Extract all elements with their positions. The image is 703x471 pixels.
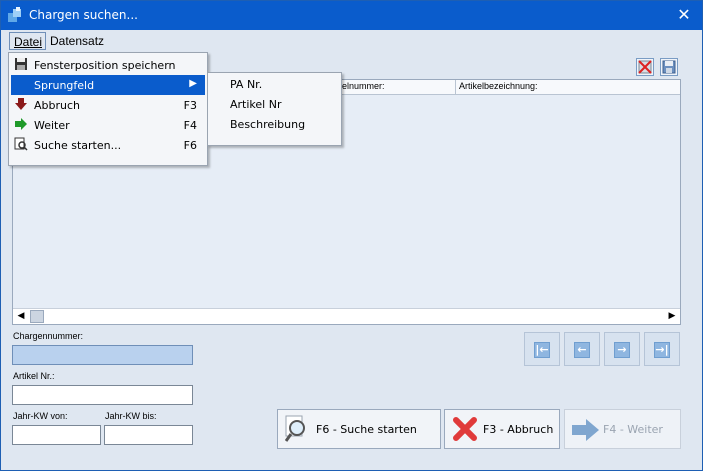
jahr-kw-bis-input[interactable]	[104, 425, 193, 445]
menu-item-weiter[interactable]: Weiter F4	[11, 115, 205, 135]
window-title: Chargen suchen...	[29, 8, 138, 22]
delete-filter-button[interactable]	[636, 58, 654, 76]
delete-icon	[638, 60, 652, 74]
jahr-kw-von-input[interactable]	[12, 425, 101, 445]
app-icon	[8, 7, 21, 22]
column-header-artikelbezeichnung[interactable]: Artikelbezeichnung:	[459, 81, 538, 91]
menu-item-abbruch[interactable]: Abbruch F3	[11, 95, 205, 115]
menu-item-label: Weiter	[34, 119, 70, 132]
right-arrow-icon	[572, 419, 599, 441]
cancel-label: F3 - Abbruch	[483, 423, 554, 436]
chargennummer-label: Chargennummer:	[13, 331, 84, 341]
menu-item-label: Sprungfeld	[34, 79, 95, 92]
search-start-label: F6 - Suche starten	[316, 423, 417, 436]
menu-shortcut: F3	[183, 99, 197, 112]
horizontal-scrollbar[interactable]: ◀ ▶	[13, 308, 680, 324]
submenu-item-artikel-nr[interactable]: Artikel Nr	[230, 98, 281, 111]
previous-record-button[interactable]: ←	[564, 332, 600, 366]
search-start-button[interactable]: F6 - Suche starten	[277, 409, 441, 449]
first-record-button[interactable]: |←	[524, 332, 560, 366]
menu-datei-label: Datei	[14, 35, 43, 49]
floppy-disk-icon	[662, 60, 676, 74]
menu-item-label: Suche starten...	[34, 139, 122, 152]
title-bar: Chargen suchen... ✕	[1, 1, 702, 30]
next-record-button[interactable]: →	[604, 332, 640, 366]
menu-shortcut: F4	[183, 119, 197, 132]
scroll-thumb[interactable]	[30, 310, 44, 323]
save-button[interactable]	[660, 58, 678, 76]
menu-item-suche-starten[interactable]: Suche starten... F6	[11, 135, 205, 155]
last-record-icon: →|	[654, 342, 670, 358]
column-header-artikelnummer[interactable]: elnummer:	[342, 81, 385, 91]
jahr-kw-von-label: Jahr-KW von:	[13, 411, 68, 421]
submenu-arrow-icon: ▶	[189, 78, 197, 89]
menu-item-sprungfeld[interactable]: Sprungfeld ▶	[11, 75, 205, 95]
chargennummer-input[interactable]	[12, 345, 193, 365]
menu-datei[interactable]: Datei	[9, 32, 46, 50]
menu-shortcut: F6	[183, 139, 197, 152]
magnifier-icon	[285, 415, 305, 442]
sprungfeld-submenu: PA Nr. Artikel Nr Beschreibung	[207, 72, 342, 146]
main-window: Chargen suchen... ✕ Datei Datensatz elnu…	[0, 0, 703, 471]
menu-bar: Datei Datensatz	[2, 30, 701, 51]
jahr-kw-bis-label: Jahr-KW bis:	[105, 411, 157, 421]
artikel-label: Artikel Nr.:	[13, 371, 55, 381]
green-arrow-right-icon	[15, 118, 27, 130]
column-separator	[455, 80, 456, 95]
menu-datensatz[interactable]: Datensatz	[46, 32, 108, 50]
red-arrow-down-icon	[15, 98, 27, 110]
cancel-button[interactable]: F3 - Abbruch	[444, 409, 560, 449]
scroll-right-arrow-icon[interactable]: ▶	[664, 309, 680, 324]
menu-item-fensterposition[interactable]: Fensterposition speichern	[11, 55, 205, 75]
search-document-icon	[14, 137, 28, 151]
next-button[interactable]: F4 - Weiter	[564, 409, 681, 449]
first-record-icon: |←	[534, 342, 550, 358]
menu-item-label: Abbruch	[34, 99, 81, 112]
next-label: F4 - Weiter	[603, 423, 663, 436]
datei-menu-dropdown: Fensterposition speichern Sprungfeld ▶ A…	[8, 52, 208, 166]
menu-datensatz-label: Datensatz	[50, 34, 105, 48]
artikel-input[interactable]	[12, 385, 193, 405]
submenu-item-pa-nr[interactable]: PA Nr.	[230, 78, 262, 91]
last-record-button[interactable]: →|	[644, 332, 680, 366]
previous-record-icon: ←	[574, 342, 590, 358]
close-button[interactable]: ✕	[672, 4, 696, 26]
menu-item-label: Fensterposition speichern	[34, 59, 176, 72]
floppy-disk-icon	[15, 58, 27, 70]
scroll-left-arrow-icon[interactable]: ◀	[13, 309, 29, 324]
next-record-icon: →	[614, 342, 630, 358]
red-x-icon	[453, 417, 477, 441]
submenu-item-beschreibung[interactable]: Beschreibung	[230, 118, 305, 131]
